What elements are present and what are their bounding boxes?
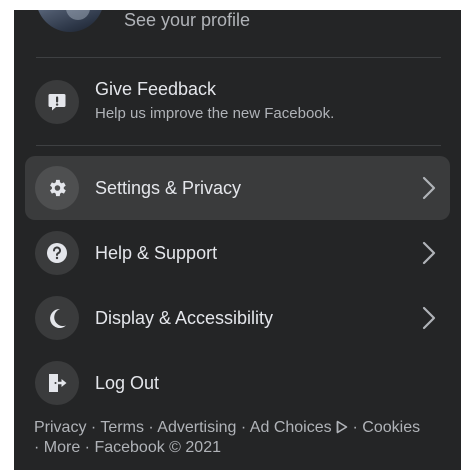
help-support-label: Help & Support — [95, 243, 218, 263]
divider — [36, 57, 441, 58]
adchoices-icon — [336, 420, 348, 434]
see-profile-label: See your profile — [124, 10, 251, 30]
chevron-right-icon — [422, 306, 436, 330]
footer-copyright: Facebook © 2021 — [94, 439, 221, 456]
footer-link-cookies[interactable]: Cookies — [362, 419, 420, 436]
chevron-right-icon — [422, 176, 436, 200]
give-feedback-item[interactable]: Give Feedback Help us improve the new Fa… — [25, 66, 450, 138]
footer-separator: · — [86, 419, 101, 436]
footer-separator: · — [348, 419, 363, 436]
log-out-item[interactable]: Log Out — [25, 351, 450, 415]
give-feedback-subtitle: Help us improve the new Facebook. — [95, 105, 335, 122]
gear-icon — [35, 166, 79, 210]
footer-separator: · — [143, 419, 158, 436]
question-icon — [35, 231, 79, 275]
log-out-label: Log Out — [95, 373, 160, 393]
footer-separator: · — [80, 439, 95, 456]
chevron-right-icon — [422, 241, 436, 265]
help-support-item[interactable]: Help & Support — [25, 221, 450, 285]
settings-privacy-item[interactable]: Settings & Privacy — [25, 156, 450, 220]
footer-separator: · — [34, 439, 44, 456]
logout-icon — [35, 361, 79, 405]
footer-link-more[interactable]: More — [44, 439, 80, 456]
account-menu: See your profile Give Feedback Help us i… — [14, 10, 461, 470]
feedback-icon — [35, 80, 79, 124]
display-accessibility-label: Display & Accessibility — [95, 308, 274, 328]
profile-row[interactable]: See your profile — [14, 10, 461, 42]
moon-icon — [35, 296, 79, 340]
settings-privacy-label: Settings & Privacy — [95, 178, 242, 198]
divider — [36, 145, 441, 146]
footer-link-ad-choices[interactable]: Ad Choices — [250, 419, 348, 436]
footer-links: Privacy · Terms · Advertising · Ad Choic… — [34, 418, 454, 458]
footer-separator: · — [236, 419, 250, 436]
footer-link-terms[interactable]: Terms — [100, 419, 144, 436]
display-accessibility-item[interactable]: Display & Accessibility — [25, 286, 450, 350]
give-feedback-label: Give Feedback — [95, 79, 217, 99]
avatar — [36, 10, 104, 32]
ad-choices-label: Ad Choices — [249, 419, 332, 436]
footer-link-advertising[interactable]: Advertising — [157, 419, 236, 436]
footer-link-privacy[interactable]: Privacy — [34, 419, 86, 436]
